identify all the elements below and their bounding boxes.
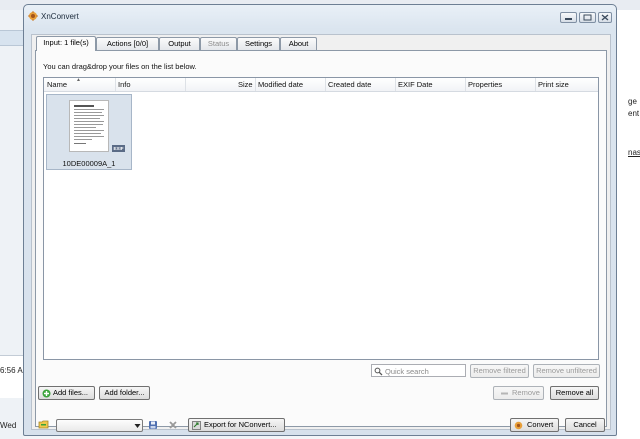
background-text: ent	[628, 109, 640, 118]
title-bar[interactable]: XnConvert	[24, 5, 616, 29]
add-icon	[42, 389, 51, 398]
xnconvert-app-icon	[28, 11, 38, 21]
file-name: 10DE00009A_1	[62, 159, 116, 168]
column-separator[interactable]	[185, 78, 186, 91]
remove-icon	[501, 392, 508, 395]
background-left-panel	[0, 355, 23, 398]
close-icon	[601, 14, 609, 21]
remove-button[interactable]: Remove	[493, 386, 544, 400]
export-nconvert-button[interactable]: Export for NConvert...	[188, 418, 285, 432]
add-files-button[interactable]: Add files...	[38, 386, 95, 400]
delete-icon[interactable]	[168, 420, 178, 430]
column-properties[interactable]: Properties	[468, 80, 502, 89]
maximize-button[interactable]	[579, 12, 596, 23]
tab-actions[interactable]: Actions [0/0]	[96, 37, 159, 50]
file-thumbnail-item[interactable]: EXIF 10DE00009A_1	[46, 94, 132, 170]
background-left-selection	[0, 30, 23, 46]
input-tab-panel: You can drag&drop your files on the list…	[35, 50, 607, 427]
column-separator[interactable]	[465, 78, 466, 91]
column-separator[interactable]	[115, 78, 116, 91]
preset-select[interactable]	[56, 419, 143, 432]
background-text: ge	[628, 97, 637, 106]
column-size[interactable]: Size	[238, 80, 253, 89]
remove-label: Remove	[512, 388, 540, 397]
background-time: 6:56 A	[0, 366, 23, 375]
tab-status: Status	[200, 37, 237, 50]
file-list[interactable]: ▲ Name Info Size Modified date Created d…	[43, 77, 599, 360]
column-exif-date[interactable]: EXIF Date	[398, 80, 433, 89]
convert-icon	[514, 421, 523, 430]
maximize-icon	[583, 14, 592, 21]
tab-about[interactable]: About	[280, 37, 317, 50]
cancel-button[interactable]: Cancel	[565, 418, 605, 432]
background-right-pane	[617, 10, 640, 439]
xnconvert-window: XnConvert Input: 1 file(s) Actions [0/0]…	[23, 4, 617, 436]
close-button[interactable]	[598, 12, 612, 23]
convert-button[interactable]: Convert	[510, 418, 559, 432]
exif-badge: EXIF	[112, 145, 125, 152]
column-info[interactable]: Info	[118, 80, 131, 89]
tab-settings[interactable]: Settings	[237, 37, 280, 50]
search-icon	[374, 367, 383, 376]
column-separator[interactable]	[255, 78, 256, 91]
add-files-label: Add files...	[53, 388, 89, 397]
remove-all-button[interactable]: Remove all	[550, 386, 599, 400]
tab-input[interactable]: Input: 1 file(s)	[36, 36, 96, 51]
quick-search-field[interactable]	[371, 364, 466, 377]
export-nconvert-label: Export for NConvert...	[204, 420, 277, 429]
column-modified-date[interactable]: Modified date	[258, 80, 303, 89]
background-text: Wed	[0, 421, 17, 430]
sort-indicator-icon: ▲	[76, 77, 81, 83]
drag-drop-hint: You can drag&drop your files on the list…	[43, 62, 197, 71]
tab-output[interactable]: Output	[159, 37, 200, 50]
quick-search-input[interactable]	[385, 366, 463, 376]
save-icon[interactable]	[148, 420, 158, 430]
column-print-size[interactable]: Print size	[538, 80, 569, 89]
column-name[interactable]: Name	[47, 80, 67, 89]
convert-label: Convert	[527, 420, 554, 429]
export-icon	[192, 421, 201, 430]
minimize-icon	[565, 18, 572, 20]
add-folder-button[interactable]: Add folder...	[99, 386, 150, 400]
column-created-date[interactable]: Created date	[328, 80, 371, 89]
window-title: XnConvert	[41, 12, 79, 21]
minimize-button[interactable]	[560, 12, 577, 23]
column-separator[interactable]	[395, 78, 396, 91]
background-text: nas	[628, 148, 640, 157]
file-list-header: ▲ Name Info Size Modified date Created d…	[44, 77, 598, 92]
document-thumbnail	[69, 100, 109, 152]
folder-icon[interactable]	[38, 419, 49, 430]
column-separator[interactable]	[325, 78, 326, 91]
remove-filtered-button[interactable]: Remove filtered	[470, 364, 529, 378]
remove-unfiltered-button[interactable]: Remove unfiltered	[533, 364, 600, 378]
chevron-down-icon	[134, 424, 141, 428]
client-area: Input: 1 file(s) Actions [0/0] Output St…	[31, 34, 611, 432]
column-separator[interactable]	[535, 78, 536, 91]
